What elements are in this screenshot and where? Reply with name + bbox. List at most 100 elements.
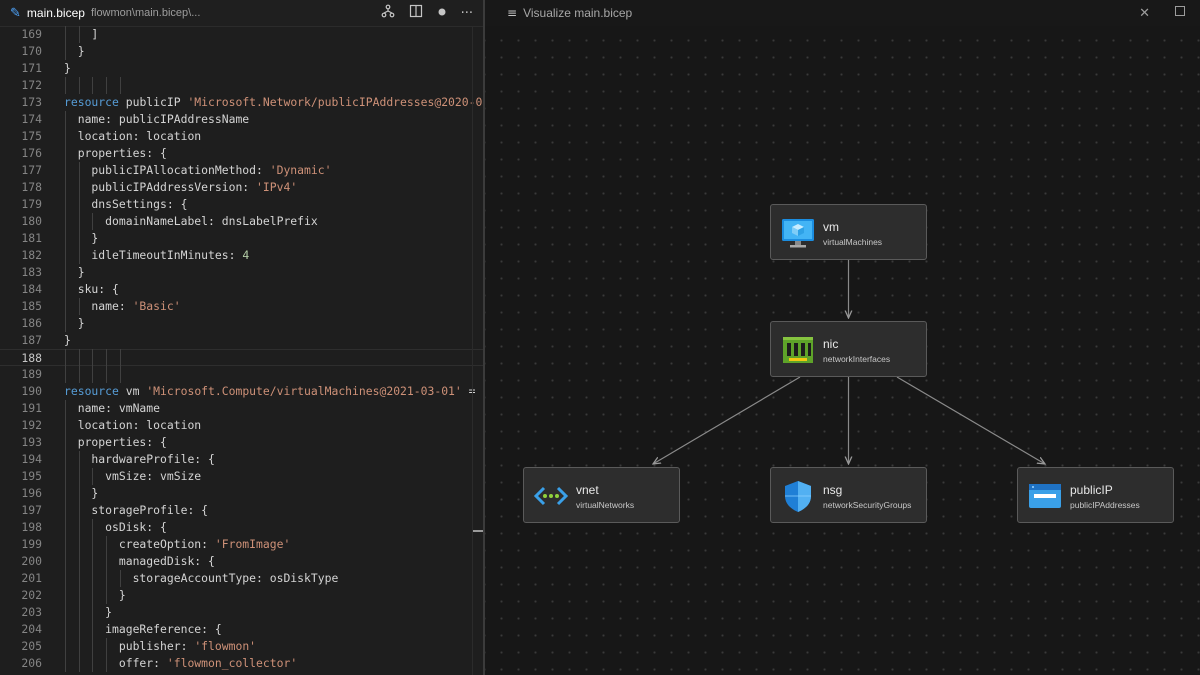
edge-nic-vnet (653, 376, 801, 464)
code-line[interactable]: 184 sku: { (0, 281, 483, 298)
code-line[interactable]: 181 } (0, 230, 483, 247)
line-number: 179 (21, 197, 42, 211)
public-ip-icon (1029, 484, 1061, 508)
virtual-machine-icon (782, 219, 814, 248)
code-text: } (64, 61, 71, 75)
code-area[interactable]: 169 ] 170 } 171} 172 173 resource publicIP 'M… (0, 26, 483, 675)
line-number: 195 (21, 469, 42, 483)
code-text: idleTimeoutInMinutes: 4 (64, 248, 250, 262)
visualize-icon[interactable] (381, 4, 395, 22)
close-icon[interactable]: ✕ (1139, 6, 1150, 21)
code-line[interactable]: 193 properties: { (0, 434, 483, 451)
node-publicip[interactable]: publicIP publicIPAddresses (1017, 467, 1174, 523)
code-line[interactable]: 189 (0, 366, 483, 383)
code-line[interactable]: 187} (0, 332, 483, 349)
indent-guide (119, 349, 121, 383)
code-line[interactable]: 186 } (0, 315, 483, 332)
code-line[interactable]: 205 publisher: 'flowmon' (0, 638, 483, 655)
code-line[interactable]: 180 domainNameLabel: dnsLabelPrefix (0, 213, 483, 230)
line-number: 194 (21, 452, 42, 466)
code-line[interactable]: 194 hardwareProfile: { (0, 451, 483, 468)
code-line[interactable]: 176 properties: { (0, 145, 483, 162)
line-number: 187 (21, 333, 42, 347)
line-number: 200 (21, 554, 42, 568)
indent-guide (119, 570, 121, 587)
line-number: 198 (21, 520, 42, 534)
resource-graph-canvas[interactable]: vm virtualMachines nic networkInterfaces (485, 26, 1200, 675)
code-line[interactable]: 170 } (0, 43, 483, 60)
code-text: hardwareProfile: { (64, 452, 215, 466)
visualizer-tab[interactable]: ≡ Visualize main.bicep ✕ (485, 0, 1200, 26)
code-line[interactable]: 185 name: 'Basic' (0, 298, 483, 315)
line-number: 169 (21, 27, 42, 41)
restore-icon[interactable] (1174, 5, 1186, 21)
code-line[interactable]: 188 (0, 349, 483, 366)
code-line[interactable]: 178 publicIPAddressVersion: 'IPv4' (0, 179, 483, 196)
indent-guide (78, 298, 80, 315)
code-text: storageProfile: { (64, 503, 209, 517)
node-vm[interactable]: vm virtualMachines (770, 204, 927, 260)
code-line[interactable]: 204 imageReference: { (0, 621, 483, 638)
node-nsg[interactable]: nsg networkSecurityGroups (770, 467, 927, 523)
code-line[interactable]: 175 location: location (0, 128, 483, 145)
code-text: resource vm 'Microsoft.Compute/virtualMa… (64, 384, 476, 398)
code-line[interactable]: 174 name: publicIPAddressName (0, 111, 483, 128)
code-text: publicIPAllocationMethod: 'Dynamic' (64, 163, 332, 177)
node-vnet[interactable]: vnet virtualNetworks (523, 467, 680, 523)
code-text: domainNameLabel: dnsLabelPrefix (64, 214, 318, 228)
code-text: } (64, 316, 85, 330)
visualizer-pane: ≡ Visualize main.bicep ✕ vm virtualMachi… (485, 0, 1200, 675)
code-line[interactable]: 201 storageAccountType: osDiskType (0, 570, 483, 587)
line-number: 181 (21, 231, 42, 245)
line-number: 178 (21, 180, 42, 194)
code-line[interactable]: 202 } (0, 587, 483, 604)
code-line[interactable]: 173 resource publicIP 'Microsoft.Network/… (0, 94, 483, 111)
code-line[interactable]: 196 } (0, 485, 483, 502)
line-number: 203 (21, 605, 42, 619)
indent-guide (65, 26, 66, 60)
code-line[interactable]: 199 createOption: 'FromImage' (0, 536, 483, 553)
editor-tab-bar: ✎ main.bicep flowmon\main.bicep\... ··· (0, 0, 483, 27)
line-number: 176 (21, 146, 42, 160)
code-line[interactable]: 183 } (0, 264, 483, 281)
code-line[interactable]: 192 location: location (0, 417, 483, 434)
code-line[interactable]: 198 osDisk: { (0, 519, 483, 536)
split-editor-icon[interactable] (409, 4, 423, 22)
file-bicep-icon: ✎ (10, 5, 21, 21)
node-nic[interactable]: nic networkInterfaces (770, 321, 927, 377)
indent-guide (65, 349, 66, 383)
editor-scrollbar[interactable] (472, 26, 483, 675)
code-text: } (64, 486, 99, 500)
indent-guide (119, 77, 121, 94)
code-line[interactable]: 200 managedDisk: { (0, 553, 483, 570)
code-line[interactable]: 182 idleTimeoutInMinutes: 4 (0, 247, 483, 264)
indent-guide (106, 349, 108, 383)
code-line[interactable]: 177 publicIPAllocationMethod: 'Dynamic' (0, 162, 483, 179)
code-line[interactable]: 206 offer: 'flowmon_collector' (0, 655, 483, 672)
editor-tab-actions: ··· (381, 0, 473, 26)
more-actions-icon[interactable]: ··· (461, 6, 473, 21)
code-line[interactable]: 172 (0, 77, 483, 94)
indent-guide (65, 400, 66, 672)
code-line[interactable]: 195 vmSize: vmSize (0, 468, 483, 485)
indent-guide (78, 26, 80, 43)
line-number: 182 (21, 248, 42, 262)
node-name: publicIP (1070, 483, 1113, 497)
code-text: createOption: 'FromImage' (64, 537, 291, 551)
line-number: 184 (21, 282, 42, 296)
code-line[interactable]: 169 ] (0, 26, 483, 43)
code-line[interactable]: 171} (0, 60, 483, 77)
code-line[interactable]: 191 name: vmName (0, 400, 483, 417)
network-security-group-icon (785, 481, 811, 512)
indent-guide (65, 77, 66, 94)
code-text: } (64, 605, 113, 619)
line-number: 199 (21, 537, 42, 551)
code-line[interactable]: 197 storageProfile: { (0, 502, 483, 519)
code-line[interactable]: 203 } (0, 604, 483, 621)
code-line[interactable]: 190 resource vm 'Microsoft.Compute/virtua… (0, 383, 483, 400)
unsaved-dot-icon[interactable] (437, 6, 447, 21)
indent-guide (92, 468, 94, 485)
code-line[interactable]: 179 dnsSettings: { (0, 196, 483, 213)
network-interface-icon (783, 337, 813, 363)
edge-nic-publicip (896, 376, 1045, 464)
